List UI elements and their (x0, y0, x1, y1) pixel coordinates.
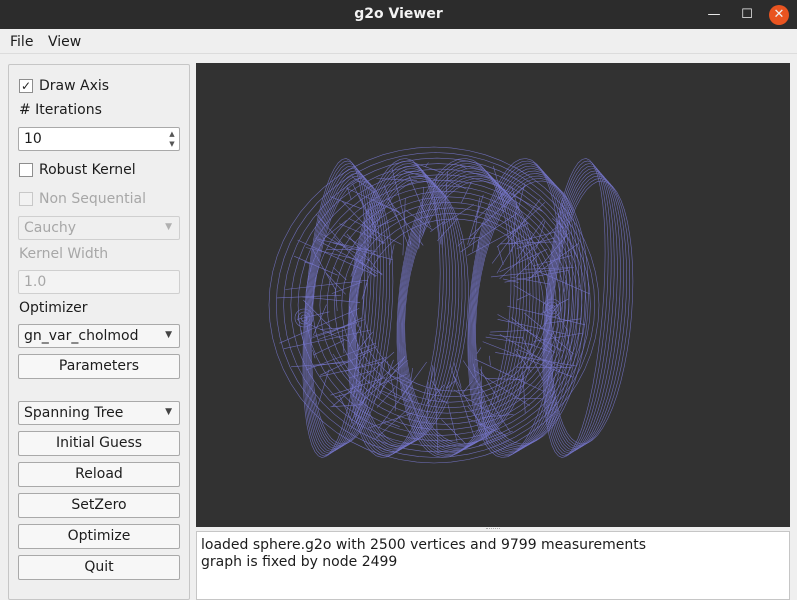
log-line: graph is fixed by node 2499 (201, 554, 785, 571)
setzero-button[interactable]: SetZero (18, 493, 180, 518)
initial-guess-select-value: Spanning Tree (24, 405, 123, 421)
window-title: g2o Viewer (0, 6, 797, 22)
parameters-button[interactable]: Parameters (18, 354, 180, 379)
log-output[interactable]: loaded sphere.g2o with 2500 vertices and… (196, 531, 790, 600)
menu-file[interactable]: File (10, 34, 33, 50)
reload-button[interactable]: Reload (18, 462, 180, 487)
kernel-width-label: Kernel Width (19, 246, 108, 262)
robust-kernel-checkbox[interactable] (19, 163, 33, 177)
non-sequential-checkbox[interactable] (19, 192, 33, 206)
title-bar: g2o Viewer — ☐ ✕ (0, 0, 797, 29)
maximize-icon[interactable]: ☐ (737, 5, 757, 25)
draw-axis-label: Draw Axis (39, 78, 109, 94)
graph-viewport[interactable] (196, 63, 790, 527)
non-sequential-checkbox-row[interactable]: Non Sequential (19, 190, 146, 208)
splitter-grip-icon[interactable] (486, 528, 500, 530)
minimize-icon[interactable]: — (704, 5, 724, 25)
kernel-width-field[interactable]: 1.0 (18, 270, 180, 294)
optimizer-select[interactable]: gn_var_cholmod ▼ (18, 324, 180, 348)
iterations-spinbox[interactable]: 10 ▲ ▼ (18, 127, 180, 151)
log-line: loaded sphere.g2o with 2500 vertices and… (201, 537, 785, 554)
draw-axis-checkbox[interactable]: ✓ (19, 79, 33, 93)
chevron-down-icon: ▼ (165, 330, 172, 340)
initial-guess-button[interactable]: Initial Guess (18, 431, 180, 456)
close-icon[interactable]: ✕ (769, 5, 789, 25)
chevron-down-icon: ▼ (165, 407, 172, 417)
spin-up-icon[interactable]: ▲ (166, 129, 178, 139)
iterations-label: # Iterations (19, 102, 102, 118)
optimize-button[interactable]: Optimize (18, 524, 180, 549)
robust-kernel-select[interactable]: Cauchy ▼ (18, 216, 180, 240)
spin-down-icon[interactable]: ▼ (166, 139, 178, 149)
optimizer-label: Optimizer (19, 300, 88, 316)
draw-axis-checkbox-row[interactable]: ✓ Draw Axis (19, 77, 109, 95)
robust-kernel-label: Robust Kernel (39, 162, 136, 178)
spin-arrows[interactable]: ▲ ▼ (166, 129, 178, 149)
menu-bar: File View (0, 29, 797, 54)
wireframe-graph (196, 63, 790, 527)
quit-button[interactable]: Quit (18, 555, 180, 580)
options-panel: ✓ Draw Axis # Iterations 10 ▲ ▼ Robust K… (8, 64, 190, 600)
robust-kernel-select-value: Cauchy (24, 220, 76, 236)
robust-kernel-checkbox-row[interactable]: Robust Kernel (19, 161, 136, 179)
menu-view[interactable]: View (48, 34, 81, 50)
chevron-down-icon: ▼ (165, 222, 172, 232)
optimizer-select-value: gn_var_cholmod (24, 328, 139, 344)
non-sequential-label: Non Sequential (39, 191, 146, 207)
initial-guess-select[interactable]: Spanning Tree ▼ (18, 401, 180, 425)
iterations-value: 10 (24, 131, 42, 147)
kernel-width-value: 1.0 (24, 274, 46, 290)
